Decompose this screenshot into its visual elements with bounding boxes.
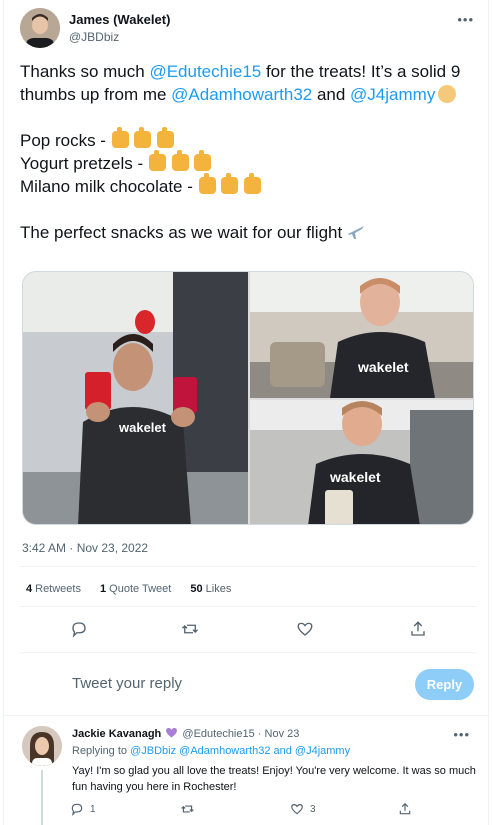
reply-icon[interactable] [67,617,91,641]
reply-header: Jackie Kavanagh @Edutechie15 · Nov 23 [72,728,299,740]
quote-tweets-stat[interactable]: 1 Quote Tweet [100,583,171,595]
retweet-icon [181,805,194,813]
reply-button[interactable]: Reply [415,669,474,700]
thumbs-up-icon [194,150,212,171]
reply-text: Yay! I'm so glad you all love the treats… [72,765,476,793]
airplane-icon [346,223,366,247]
snack-line-yogurt-pretzels: Yogurt pretzels - [20,154,148,173]
thumbs-up-icon [171,150,189,171]
tweet-header: James (Wakelet) @JBDbiz ••• [20,8,476,52]
share-icon [399,802,411,815]
divider [4,715,490,716]
more-options-icon[interactable]: ••• [457,12,474,27]
thumbs-up-icon [134,127,152,148]
author-handle[interactable]: @JBDbiz [69,30,119,44]
tweet-text-part: and [312,85,351,104]
divider [20,566,476,567]
share-icon[interactable] [406,617,430,641]
thumbs-up-icon [221,173,239,194]
reply-actions: 1 3 [70,802,420,820]
tweet-text-part: Thanks so much [20,62,150,81]
thumbs-up-icon [244,173,262,194]
reply-author-name[interactable]: Jackie Kavanagh [72,728,161,740]
author-name[interactable]: James (Wakelet) [69,12,170,27]
clapping-hands-icon [438,85,457,103]
author-avatar[interactable] [20,8,60,48]
snack-line-pop-rocks: Pop rocks - [20,131,111,150]
wakelet-logo: wakelet [118,420,167,435]
tweet-actions [20,617,476,641]
reply-input[interactable]: Tweet your reply [72,675,182,692]
reply-reply-count: 1 [90,803,96,815]
reply-author-handle[interactable]: @Edutechie15 [182,728,254,740]
likes-label: Likes [205,583,232,595]
reply-more-options-icon[interactable]: ••• [453,727,470,742]
tweet-media-grid: wakelet wakelet wakelet [22,271,474,525]
tweet-detail-panel: James (Wakelet) @JBDbiz ••• Thanks so mu… [3,0,490,825]
thread-line [41,770,43,825]
reply-share-action[interactable] [398,802,412,816]
mention-link[interactable]: @Adamhowarth32 [179,745,270,757]
photo-3[interactable]: wakelet [250,400,473,524]
reply-like-count: 3 [310,803,316,815]
purple-heart-icon [166,728,178,738]
reply-author-avatar[interactable] [22,726,62,766]
divider [20,652,476,653]
photo-1[interactable]: wakelet [23,272,248,524]
thumbs-up-icon [111,127,129,148]
snack-line-milano: Milano milk chocolate - [20,177,198,196]
reply-date[interactable]: · Nov 23 [255,728,300,740]
likes-count: 50 [190,583,203,595]
mention-link[interactable]: @J4jammy [350,85,435,104]
retweets-stat[interactable]: 4 Retweets [26,583,81,595]
retweets-count: 4 [26,583,33,595]
tweet-text-flight: The perfect snacks as we wait for our fl… [20,223,343,242]
tweet-text: Thanks so much @Edutechie15 for the trea… [20,60,480,270]
wakelet-logo: wakelet [329,469,381,485]
likes-stat[interactable]: 50 Likes [190,583,231,595]
mention-link[interactable]: @JBDbiz [130,745,176,757]
replying-to-and: and [270,745,295,757]
quotes-count: 1 [100,583,107,595]
mention-link[interactable]: @Edutechie15 [149,62,261,81]
reply-reply-action[interactable]: 1 [70,802,96,816]
mention-link[interactable]: @J4jammy [295,745,350,757]
reply-icon [71,803,83,816]
retweet-icon[interactable] [178,617,202,641]
mention-link[interactable]: @Adamhowarth32 [171,85,312,104]
tweet-stats: 4 Retweets 1 Quote Tweet 50 Likes [26,583,247,595]
divider [20,606,476,607]
thumbs-up-icon [148,150,166,171]
tweet-timestamp[interactable]: 3:42 AM · Nov 23, 2022 [22,541,148,555]
photo-2[interactable]: wakelet [250,272,473,398]
quotes-label: Quote Tweet [109,583,172,595]
replying-to-label: Replying to [72,745,131,757]
like-icon[interactable] [293,617,317,641]
thumbs-up-icon [157,127,175,148]
retweets-label: Retweets [35,583,81,595]
replying-to: Replying to @JBDbiz @Adamhowarth32 and @… [72,745,350,757]
reply-like-action[interactable]: 3 [290,802,316,816]
like-icon [291,804,303,815]
thumbs-up-icon [198,173,216,194]
reply-retweet-action[interactable] [180,802,195,816]
wakelet-logo: wakelet [357,359,409,375]
